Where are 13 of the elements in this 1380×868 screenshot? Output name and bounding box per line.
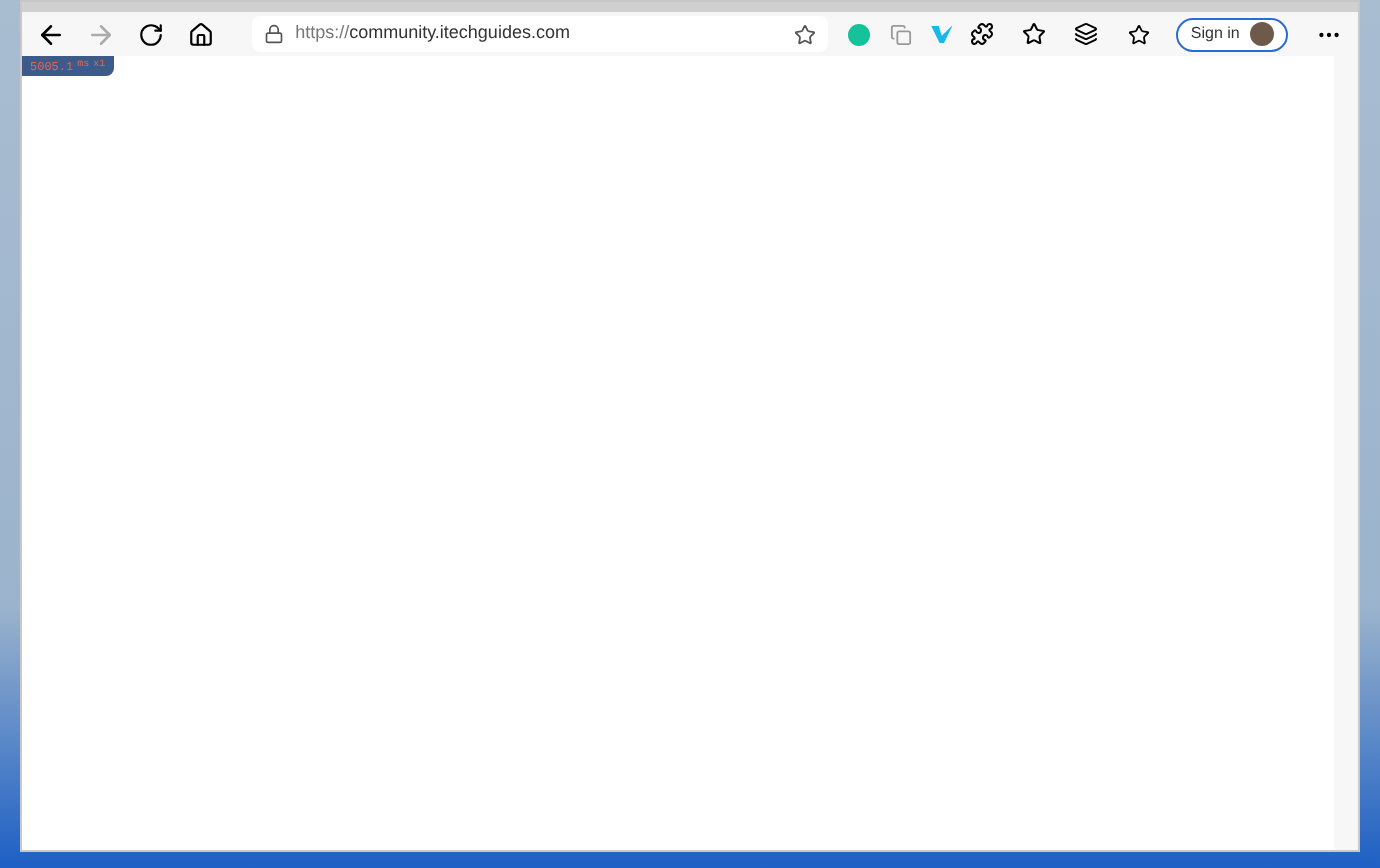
- copy-icon: [889, 23, 912, 45]
- favorite-star-icon[interactable]: [794, 23, 817, 45]
- lock-icon: [263, 24, 284, 44]
- home-icon: [188, 21, 215, 47]
- refresh-icon: [138, 21, 165, 47]
- avatar-silhouette-icon: [1249, 22, 1274, 46]
- forward-arrow-icon: [86, 19, 117, 49]
- url-text: https://community.itechguides.com: [295, 20, 570, 47]
- sign-in-button[interactable]: Sign in: [1176, 17, 1288, 51]
- puzzle-icon: [970, 22, 995, 46]
- address-bar[interactable]: https://community.itechguides.com: [251, 16, 829, 52]
- scrollbar[interactable]: [1334, 56, 1358, 850]
- layers-icon: [1074, 22, 1099, 46]
